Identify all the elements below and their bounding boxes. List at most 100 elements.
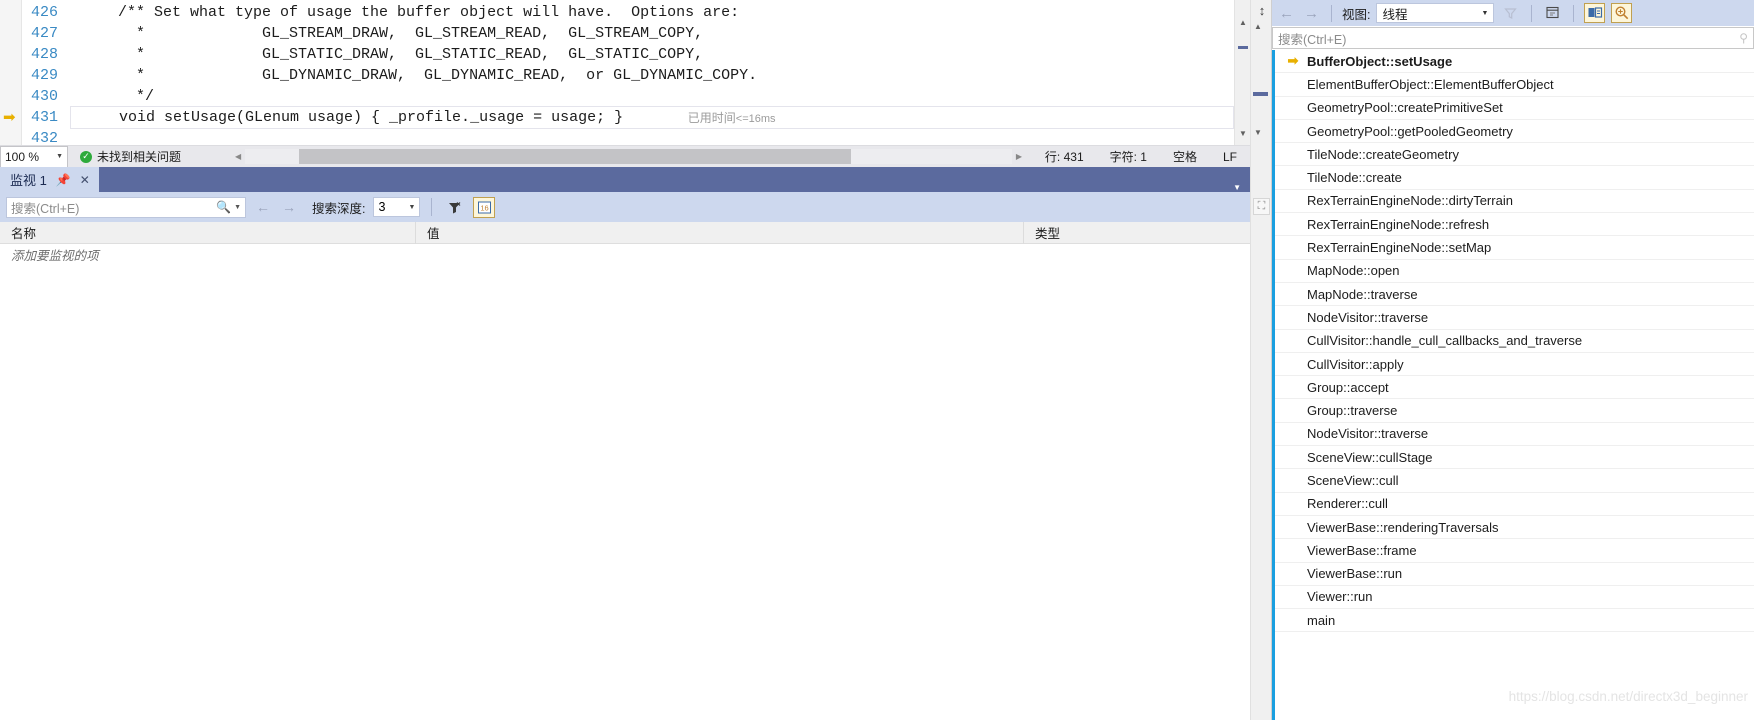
- call-stack-row[interactable]: ViewerBase::run: [1275, 563, 1754, 586]
- call-stack-row[interactable]: GeometryPool::createPrimitiveSet: [1275, 97, 1754, 120]
- search-icon[interactable]: 🔍: [216, 200, 231, 214]
- call-stack-row[interactable]: GeometryPool::getPooledGeometry: [1275, 120, 1754, 144]
- panel-splitter[interactable]: ↕ ▲ ▼ ⛶: [1250, 0, 1272, 720]
- call-stack-row[interactable]: ElementBufferObject::ElementBufferObject: [1275, 73, 1754, 97]
- status-indent-mode: 空格: [1172, 150, 1197, 164]
- scrollbar-thumb[interactable]: [298, 149, 851, 164]
- show-external-code-button[interactable]: [1542, 3, 1563, 23]
- elapsed-time-annotation: 已用时间<=16ms: [641, 95, 776, 140]
- tab-overflow-chevron-icon[interactable]: ▼: [1233, 183, 1241, 192]
- call-stack-frame-label: CullVisitor::apply: [1307, 356, 1404, 372]
- call-stack-list[interactable]: ➡ BufferObject::setUsage ElementBufferOb…: [1272, 50, 1754, 720]
- call-stack-panel: ← → 视图: 线程 ▼ 搜索(Ctrl+E) ⚲ ➡ BufferObject…: [1272, 0, 1754, 720]
- filter-button[interactable]: [1500, 3, 1521, 23]
- call-stack-row[interactable]: RexTerrainEngineNode::setMap: [1275, 236, 1754, 260]
- call-stack-row[interactable]: CullVisitor::handle_cull_callbacks_and_t…: [1275, 330, 1754, 353]
- search-icon[interactable]: ⚲: [1739, 31, 1748, 45]
- scrollbar-track[interactable]: [245, 149, 1012, 164]
- call-stack-row[interactable]: TileNode::create: [1275, 166, 1754, 190]
- splitter-grip-icon[interactable]: ↕: [1254, 2, 1270, 18]
- call-stack-row[interactable]: main: [1275, 609, 1754, 633]
- call-stack-frame-label: SceneView::cull: [1307, 472, 1399, 488]
- call-stack-row[interactable]: ViewerBase::renderingTraversals: [1275, 516, 1754, 540]
- editor-status-bar: 100 % ▼ ✓ 未找到相关问题 ◀ ▶ 行: 431 字符: 1 空格 LF: [0, 145, 1250, 168]
- scroll-up-icon[interactable]: ▲: [1235, 14, 1251, 30]
- line-number: 432: [30, 130, 58, 145]
- call-stack-row[interactable]: NodeVisitor::traverse: [1275, 306, 1754, 330]
- line-number: 426: [30, 4, 58, 21]
- watch-search-placeholder: 搜索(Ctrl+E): [11, 201, 80, 216]
- issue-status[interactable]: ✓ 未找到相关问题: [68, 148, 181, 165]
- pin-icon[interactable]: 📌: [56, 173, 71, 187]
- column-header-value[interactable]: 值: [416, 221, 1024, 244]
- tab-watch-1[interactable]: 监视 1 📌 ✕: [0, 167, 99, 192]
- scroll-down-icon[interactable]: ▼: [1254, 128, 1262, 137]
- navigate-back-icon[interactable]: ←: [1277, 5, 1296, 22]
- column-header-name[interactable]: 名称: [0, 221, 416, 244]
- search-next-icon[interactable]: →: [280, 199, 298, 215]
- code-editor[interactable]: ➡ 426 /** Set what type of usage the buf…: [0, 0, 1250, 145]
- watch-add-item-row[interactable]: 添加要监视的项: [0, 244, 1250, 265]
- scrollbar-thumb[interactable]: [1238, 46, 1248, 49]
- chevron-down-icon[interactable]: ▼: [234, 204, 241, 211]
- scroll-down-icon[interactable]: ▼: [1235, 125, 1251, 141]
- current-code-line: 431 void setUsage(GLenum usage) { _profi…: [22, 106, 1234, 129]
- call-stack-row[interactable]: Group::accept: [1275, 376, 1754, 400]
- call-stack-row[interactable]: CullVisitor::apply: [1275, 353, 1754, 377]
- search-previous-icon[interactable]: ←: [254, 199, 272, 215]
- search-depth-dropdown[interactable]: 3 ▼: [373, 197, 421, 217]
- watch-list[interactable]: 添加要监视的项: [0, 244, 1250, 720]
- elapsed-operator: <=: [735, 113, 749, 125]
- call-stack-row[interactable]: ➡ BufferObject::setUsage: [1275, 50, 1754, 74]
- call-stack-frame-label: Renderer::cull: [1307, 496, 1388, 512]
- call-stack-row[interactable]: SceneView::cull: [1275, 469, 1754, 493]
- code-text: /** Set what type of usage the buffer ob…: [82, 4, 740, 21]
- call-stack-frame-label: NodeVisitor::traverse: [1307, 309, 1429, 325]
- call-stack-row[interactable]: Group::traverse: [1275, 399, 1754, 423]
- left-column: ➡ 426 /** Set what type of usage the buf…: [0, 0, 1250, 720]
- line-number: 431: [30, 109, 58, 126]
- scroll-up-icon[interactable]: ▲: [1254, 22, 1262, 31]
- call-stack-frame-label: MapNode::open: [1307, 263, 1400, 279]
- zoom-level-dropdown[interactable]: 100 % ▼: [0, 145, 68, 168]
- editor-vertical-scrollbar[interactable]: ▲ ▼: [1234, 0, 1250, 145]
- editor-horizontal-scrollbar[interactable]: ◀ ▶: [231, 148, 1026, 165]
- code-text: */: [82, 88, 155, 105]
- toolbar-separator: [431, 198, 433, 216]
- call-stack-row[interactable]: Renderer::cull: [1275, 493, 1754, 516]
- call-stack-row[interactable]: NodeVisitor::traverse: [1275, 423, 1754, 447]
- call-stack-row[interactable]: MapNode::open: [1275, 260, 1754, 283]
- call-stack-search-input[interactable]: 搜索(Ctrl+E) ⚲: [1272, 27, 1754, 49]
- call-stack-row[interactable]: ViewerBase::frame: [1275, 539, 1754, 563]
- call-stack-frame-label: ViewerBase::renderingTraversals: [1307, 519, 1499, 535]
- navigate-forward-icon[interactable]: →: [1302, 5, 1321, 22]
- scrollbar-thumb[interactable]: [1253, 92, 1268, 96]
- call-stack-row[interactable]: RexTerrainEngineNode::refresh: [1275, 213, 1754, 237]
- call-stack-row[interactable]: Viewer::run: [1275, 586, 1754, 610]
- close-icon[interactable]: ✕: [80, 173, 90, 187]
- elapsed-label: 已用时间: [687, 111, 736, 125]
- call-stack-frame-label: RexTerrainEngineNode::dirtyTerrain: [1307, 193, 1513, 209]
- call-stack-frame-label: RexTerrainEngineNode::setMap: [1307, 240, 1492, 256]
- toggle-module-names-button[interactable]: [1584, 3, 1606, 23]
- call-stack-frame-label: ViewerBase::run: [1307, 566, 1403, 582]
- clear-all-button[interactable]: [443, 197, 465, 218]
- call-stack-row[interactable]: SceneView::cullStage: [1275, 446, 1754, 470]
- watch-search-input[interactable]: 搜索(Ctrl+E) 🔍 ▼: [6, 196, 246, 218]
- call-stack-row[interactable]: MapNode::traverse: [1275, 283, 1754, 307]
- call-stack-frame-label: GeometryPool::getPooledGeometry: [1307, 123, 1513, 139]
- code-text: * GL_DYNAMIC_DRAW, GL_DYNAMIC_READ, or G…: [82, 67, 758, 84]
- scroll-left-icon[interactable]: ◀: [231, 152, 245, 161]
- code-text: * GL_STREAM_DRAW, GL_STREAM_READ, GL_STR…: [82, 25, 704, 42]
- view-dropdown[interactable]: 线程 ▼: [1376, 3, 1495, 23]
- go-to-source-button[interactable]: [1611, 3, 1633, 23]
- code-area[interactable]: 426 /** Set what type of usage the buffe…: [22, 0, 1234, 145]
- toggle-hex-display-button[interactable]: 16: [473, 196, 496, 218]
- breakpoint-gutter[interactable]: ➡: [0, 0, 22, 145]
- call-stack-row[interactable]: RexTerrainEngineNode::dirtyTerrain: [1275, 190, 1754, 214]
- call-stack-row[interactable]: TileNode::createGeometry: [1275, 143, 1754, 167]
- scroll-right-icon[interactable]: ▶: [1012, 152, 1026, 161]
- column-header-type[interactable]: 类型: [1024, 222, 1250, 244]
- expand-panel-icon[interactable]: ⛶: [1253, 198, 1270, 215]
- call-stack-search-placeholder: 搜索(Ctrl+E): [1278, 32, 1347, 47]
